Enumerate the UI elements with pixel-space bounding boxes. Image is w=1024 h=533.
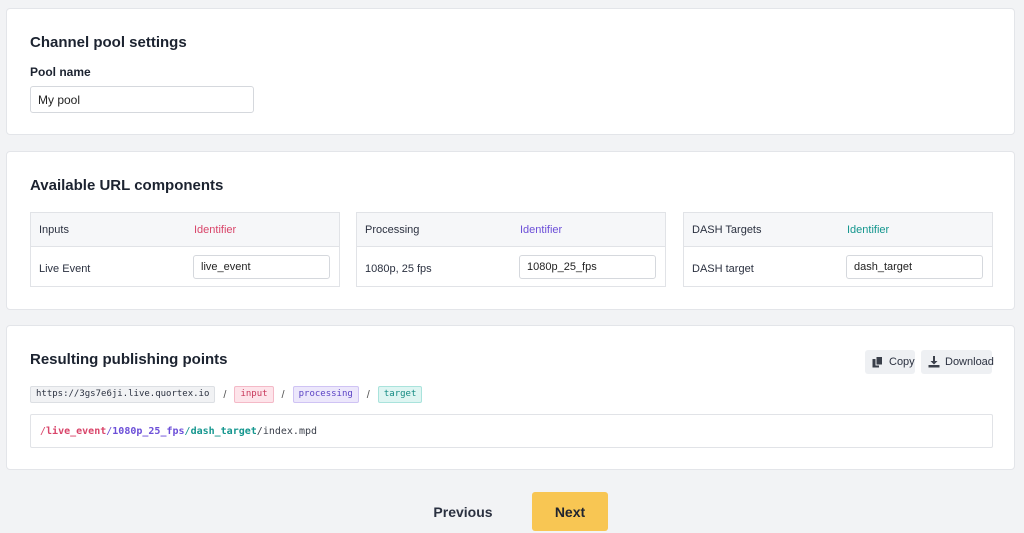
dash-target-identifier-input[interactable]: [846, 255, 983, 279]
table-header: Inputs Identifier: [31, 213, 339, 247]
download-label: Download: [945, 356, 994, 368]
path-target-segment: dash_target: [190, 426, 257, 437]
channel-pool-settings-title: Channel pool settings: [30, 34, 187, 51]
pool-name-input[interactable]: [30, 86, 254, 113]
processing-table: Processing Identifier 1080p, 25 fps: [356, 212, 666, 287]
live-event-label: Live Event: [39, 263, 91, 275]
dash-targets-table: DASH Targets Identifier DASH target: [683, 212, 993, 287]
url-components-card: Available URL components Inputs Identifi…: [6, 151, 1015, 310]
inputs-identifier-header: Identifier: [194, 224, 237, 236]
path-file: index.mpd: [262, 426, 318, 437]
download-icon: [928, 356, 940, 368]
table-row: 1080p, 25 fps: [357, 247, 665, 287]
processing-header: Processing: [365, 224, 420, 236]
target-chip: target: [377, 386, 423, 403]
copy-icon: [872, 356, 884, 368]
pool-name-label: Pool name: [30, 65, 91, 79]
base-url-chip: https://3gs7e6ji.live.quortex.io: [30, 386, 216, 403]
path-separator: /: [223, 388, 227, 401]
table-header: DASH Targets Identifier: [684, 213, 992, 247]
processing-identifier-input[interactable]: [519, 255, 656, 279]
download-button[interactable]: Download: [921, 350, 994, 374]
copy-button[interactable]: Copy: [865, 350, 915, 374]
dash-identifier-header: Identifier: [847, 224, 890, 236]
live-event-identifier-input[interactable]: [193, 255, 330, 279]
next-button[interactable]: Next: [532, 492, 608, 531]
input-chip: input: [234, 386, 274, 403]
publishing-points-title: Resulting publishing points: [30, 351, 228, 368]
table-row: DASH target: [684, 247, 992, 287]
copy-label: Copy: [889, 356, 915, 368]
inputs-table: Inputs Identifier Live Event: [30, 212, 340, 287]
inputs-header: Inputs: [39, 224, 69, 236]
dash-target-label: DASH target: [692, 263, 754, 275]
publishing-points-card: Resulting publishing points Copy Downloa…: [6, 325, 1015, 470]
dash-targets-header: DASH Targets: [692, 224, 762, 236]
path-processing-segment: 1080p_25_fps: [112, 426, 185, 437]
path-input-segment: live_event: [46, 426, 107, 437]
channel-pool-settings-card: Channel pool settings Pool name: [6, 8, 1015, 135]
path-separator: /: [366, 388, 370, 401]
processing-identifier-header: Identifier: [520, 224, 563, 236]
processing-chip: processing: [292, 386, 359, 403]
publishing-point-path: /live_event/1080p_25_fps/dash_target/ind…: [30, 414, 993, 448]
table-header: Processing Identifier: [357, 213, 665, 247]
url-template-chips: https://3gs7e6ji.live.quortex.io / input…: [30, 386, 423, 403]
processing-profile-label: 1080p, 25 fps: [365, 263, 432, 275]
table-row: Live Event: [31, 247, 339, 287]
url-components-title: Available URL components: [30, 177, 224, 194]
previous-button[interactable]: Previous: [425, 493, 501, 531]
path-separator: /: [281, 388, 285, 401]
